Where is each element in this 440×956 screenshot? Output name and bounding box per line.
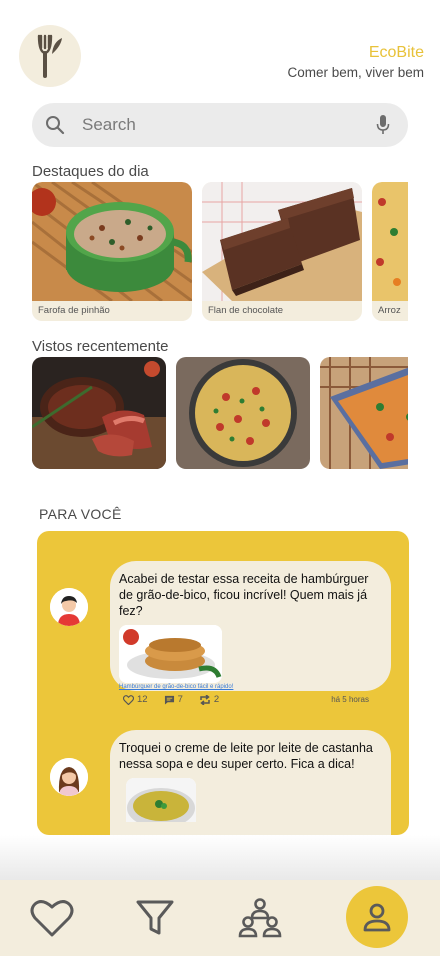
flan-image [202,182,362,301]
casserole-image [320,357,408,469]
search-icon [44,114,66,136]
post-text: Troquei o creme de leite por leite de ca… [119,741,373,771]
favorites-tab[interactable] [20,880,84,956]
post-meta: 12 7 2 há 5 horas [123,694,369,705]
highlight-label: Farofa de pinhão [38,305,110,316]
share-button[interactable]: 2 [199,694,219,705]
recent-card[interactable] [320,357,408,469]
comment-icon [164,695,174,705]
nav-shadow [0,835,440,880]
pasta-salad-image [176,357,310,469]
post-text: Acabei de testar essa receita de hambúrg… [119,572,369,618]
microphone-icon[interactable] [374,114,392,136]
soup-image[interactable] [126,778,196,822]
share-count: 2 [213,694,220,705]
community-tab[interactable] [228,880,292,956]
fork-leaf-icon [37,34,62,78]
app-logo[interactable] [19,25,81,87]
avatar[interactable] [50,588,88,626]
highlight-card[interactable]: Flan de chocolate [202,182,362,321]
search-input[interactable] [82,115,374,135]
post-bubble[interactable]: Troquei o creme de leite por leite de ca… [110,730,391,835]
post-link[interactable]: Hambúrguer de grão-de-bico fácil e rápid… [119,684,381,690]
repost-icon [200,694,210,705]
highlights-carousel[interactable]: Farofa de pinhão Flan de chocolate Arroz [32,182,408,321]
heart-icon [30,900,74,937]
brand-tagline: Comer bem, viver bem [287,65,424,80]
post-time: há 5 horas [331,695,369,704]
highlight-label: Flan de chocolate [208,305,283,316]
steak-image [32,357,166,469]
header: EcoBite Comer bem, viver bem [0,0,440,100]
brand-name: EcoBite [368,44,424,61]
recent-carousel[interactable] [32,357,408,469]
community-feed[interactable]: Acabei de testar essa receita de hambúrg… [37,531,409,835]
like-button[interactable]: 12 [123,694,148,705]
search-bar[interactable] [32,103,408,147]
highlights-title: Destaques do dia [32,163,149,180]
post-bubble[interactable]: Acabei de testar essa receita de hambúrg… [110,561,391,691]
highlight-card[interactable]: Arroz [372,182,408,321]
filter-tab[interactable] [123,880,187,956]
comment-button[interactable]: 7 [164,694,183,705]
highlight-card[interactable]: Farofa de pinhão [32,182,192,321]
recent-card[interactable] [176,357,310,469]
heart-icon [123,694,134,705]
chickpea-burger-image[interactable] [119,625,222,683]
filter-icon [136,900,174,935]
like-count: 12 [137,694,148,705]
community-icon [238,898,282,938]
recent-title: Vistos recentemente [32,338,169,355]
for-you-title: PARA VOCÊ [39,506,122,522]
profile-tab[interactable] [346,886,408,948]
recent-card[interactable] [32,357,166,469]
comment-count: 7 [177,694,183,705]
highlight-label: Arroz [378,305,401,316]
avatar[interactable] [50,758,88,796]
farofa-image [32,182,192,301]
brand-block: EcoBite Comer bem, viver bem [287,44,424,81]
user-icon [363,903,391,932]
arroz-image [372,182,408,301]
